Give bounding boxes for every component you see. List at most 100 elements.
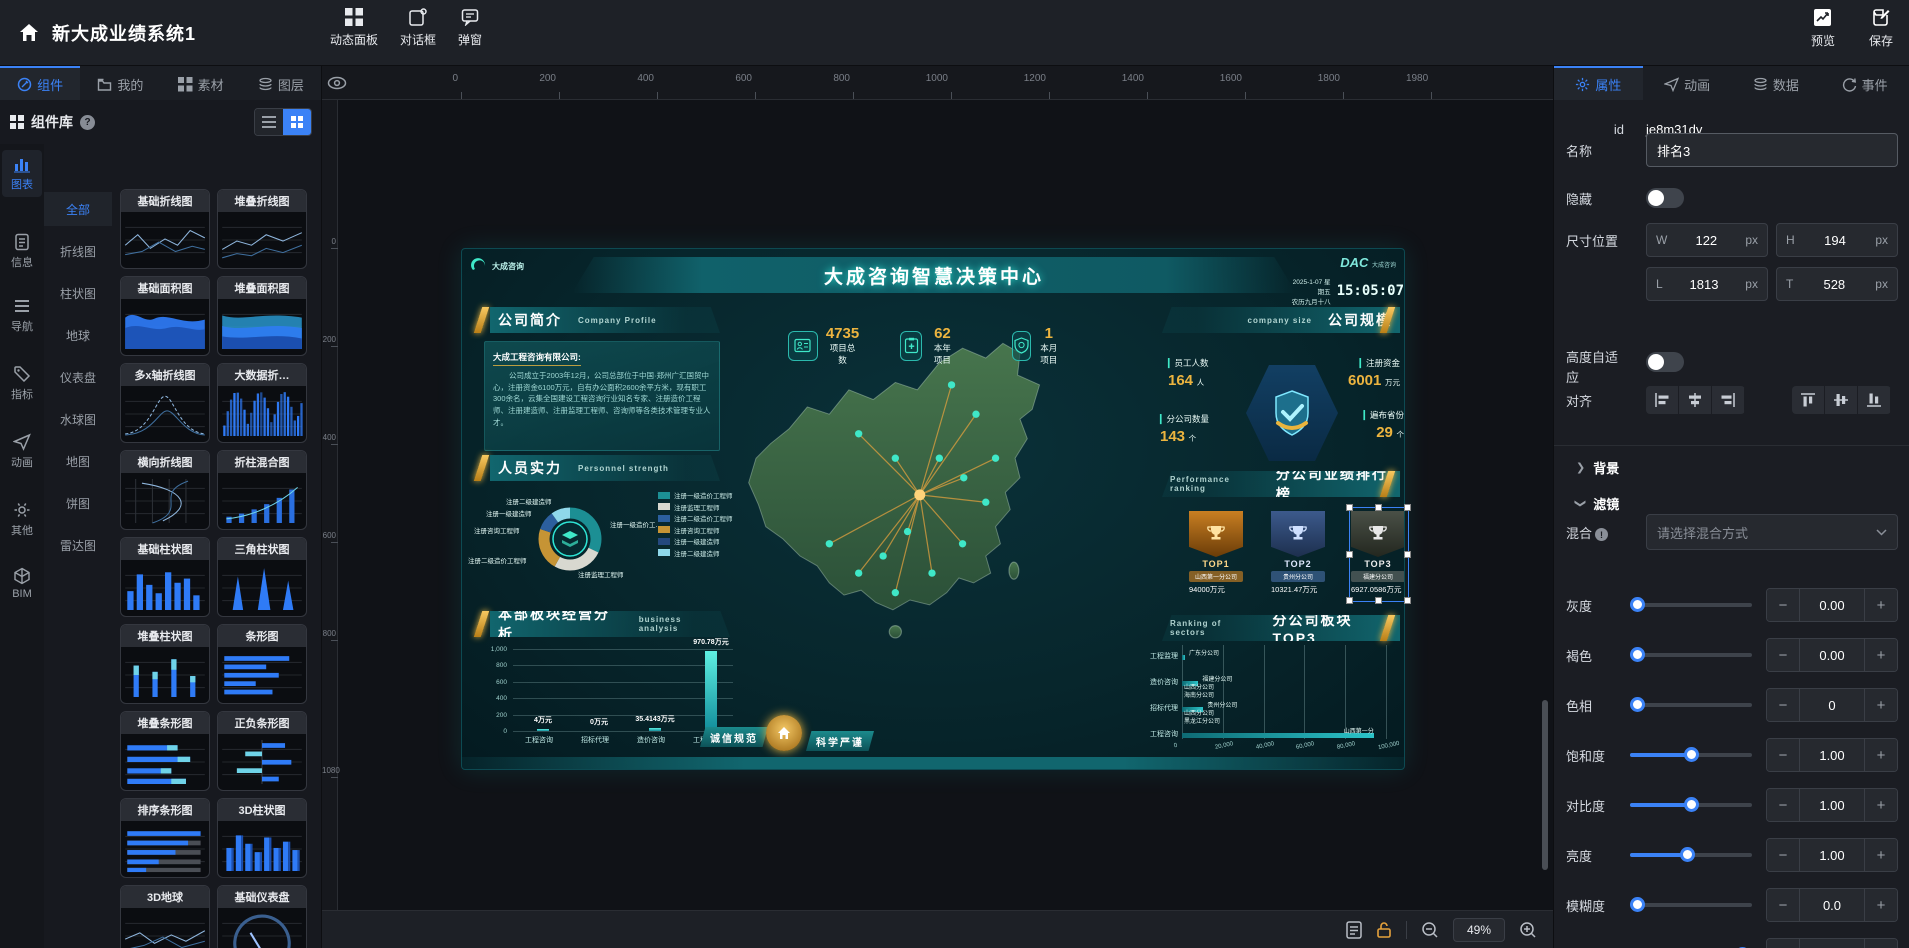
increment-button[interactable]: +	[1865, 739, 1897, 771]
decrement-button[interactable]: −	[1767, 639, 1799, 671]
filter-value[interactable]: 0.00	[1799, 589, 1865, 621]
slider-track[interactable]	[1630, 803, 1752, 807]
dashboard-preview[interactable]: 大成咨询智慧决策中心 大成咨询 DAC 大成咨询 2025-1-07 星期五 农…	[461, 248, 1405, 770]
tool-panel-button[interactable]: 动态面板	[330, 8, 378, 48]
blend-select[interactable]: 请选择混合方式	[1646, 514, 1898, 550]
selection-handle[interactable]	[1404, 551, 1411, 558]
category-info[interactable]: 信息	[2, 228, 42, 275]
filter-value[interactable]: 1.00	[1799, 739, 1865, 771]
filter-value[interactable]: 0	[1799, 689, 1865, 721]
component-card[interactable]: 基础仪表盘	[217, 885, 307, 948]
filter-value[interactable]: 0.0	[1799, 889, 1865, 921]
increment-button[interactable]: +	[1865, 689, 1897, 721]
list-view-button[interactable]	[255, 109, 283, 135]
component-card[interactable]: 排序条形图	[120, 798, 210, 878]
align-bottom-icon[interactable]	[1858, 386, 1891, 414]
subcategory-6[interactable]: 水球图	[44, 402, 112, 436]
category-bim[interactable]: BIM	[2, 562, 42, 605]
slider-track[interactable]	[1630, 853, 1752, 857]
inspector-tab-props[interactable]: 属性	[1554, 66, 1643, 100]
selection-handle[interactable]	[1375, 504, 1382, 511]
unlock-icon[interactable]	[1376, 921, 1392, 939]
left-input[interactable]: L1813px	[1646, 267, 1768, 301]
category-indicator[interactable]: 指标	[2, 360, 42, 407]
inspector-tab-anim[interactable]: 动画	[1643, 66, 1732, 100]
slider-thumb[interactable]	[1630, 697, 1645, 712]
decrement-button[interactable]: −	[1767, 689, 1799, 721]
editor-canvas[interactable]: 02004006008001080	[322, 100, 1553, 948]
increment-button[interactable]: +	[1865, 889, 1897, 921]
category-other[interactable]: 其他	[2, 496, 42, 543]
grid-view-button[interactable]	[283, 109, 311, 135]
slider-thumb[interactable]	[1630, 597, 1645, 612]
increment-button[interactable]: +	[1865, 839, 1897, 871]
component-card[interactable]: 堆叠折线图	[217, 189, 307, 269]
subcategory-1[interactable]: 全部	[44, 192, 112, 226]
component-card[interactable]: 正负条形图	[217, 711, 307, 791]
selection-handle[interactable]	[1404, 504, 1411, 511]
align-left-icon[interactable]	[1646, 386, 1679, 414]
subcategory-5[interactable]: 仪表盘	[44, 360, 112, 394]
decrement-button[interactable]: −	[1767, 589, 1799, 621]
component-card[interactable]: 3D地球	[120, 885, 210, 948]
selection-box[interactable]	[1349, 507, 1409, 602]
slider-thumb[interactable]	[1684, 747, 1699, 762]
slider-track[interactable]	[1630, 753, 1752, 757]
tool-popup-button[interactable]: 弹窗	[458, 8, 482, 48]
decrement-button[interactable]: −	[1767, 889, 1799, 921]
name-input[interactable]: 排名3	[1646, 133, 1898, 167]
component-card[interactable]: 3D柱状图	[217, 798, 307, 878]
increment-button[interactable]: +	[1865, 789, 1897, 821]
home-icon[interactable]	[14, 18, 44, 48]
ranking-card-2[interactable]: TOP2贵州分公司10321.47万元	[1271, 511, 1325, 595]
selection-handle[interactable]	[1346, 551, 1353, 558]
width-input[interactable]: W122px	[1646, 223, 1768, 257]
save-button[interactable]: 保存	[1869, 8, 1893, 49]
slider-thumb[interactable]	[1684, 797, 1699, 812]
component-card[interactable]: 折柱混合图	[217, 450, 307, 530]
help-icon[interactable]: ?	[80, 115, 95, 130]
filter-value[interactable]: 0.00	[1799, 639, 1865, 671]
component-card[interactable]: 三角柱状图	[217, 537, 307, 617]
filter-value[interactable]: 1.00	[1799, 939, 1865, 948]
slider-track[interactable]	[1630, 703, 1752, 707]
selection-handle[interactable]	[1404, 597, 1411, 604]
height-input[interactable]: H194px	[1776, 223, 1898, 257]
component-card[interactable]: 堆叠柱状图	[120, 624, 210, 704]
eye-icon[interactable]	[326, 72, 348, 94]
page-settings-icon[interactable]	[1346, 921, 1362, 939]
tab-material[interactable]: 素材	[161, 66, 241, 100]
component-card[interactable]: 基础折线图	[120, 189, 210, 269]
align-middle-v-icon[interactable]	[1825, 386, 1858, 414]
preview-button[interactable]: 预览	[1811, 8, 1835, 49]
selection-handle[interactable]	[1346, 504, 1353, 511]
zoom-level[interactable]: 49%	[1453, 918, 1505, 942]
component-card[interactable]: 横向折线图	[120, 450, 210, 530]
slider-thumb[interactable]	[1630, 647, 1645, 662]
decrement-button[interactable]: −	[1767, 939, 1799, 948]
subcategory-8[interactable]: 饼图	[44, 486, 112, 520]
component-card[interactable]: 条形图	[217, 624, 307, 704]
component-card[interactable]: 基础柱状图	[120, 537, 210, 617]
filter-section[interactable]: ❯滤镜	[1554, 494, 1909, 513]
inspector-tab-data[interactable]: 数据	[1732, 66, 1821, 100]
subcategory-3[interactable]: 柱状图	[44, 276, 112, 310]
filter-value[interactable]: 1.00	[1799, 789, 1865, 821]
category-nav[interactable]: 导航	[2, 292, 42, 339]
inspector-tab-event[interactable]: 事件	[1820, 66, 1909, 100]
align-right-icon[interactable]	[1712, 386, 1745, 414]
slider-track[interactable]	[1630, 653, 1752, 657]
slider-track[interactable]	[1630, 603, 1752, 607]
component-card[interactable]: 堆叠面积图	[217, 276, 307, 356]
ranking-card-1[interactable]: TOP1山西第一分公司94000万元	[1189, 511, 1243, 595]
subcategory-9[interactable]: 雷达图	[44, 528, 112, 562]
component-card[interactable]: 大数据折…	[217, 363, 307, 443]
tab-mine[interactable]: 我的	[80, 66, 160, 100]
background-section[interactable]: ❯背景	[1554, 458, 1909, 477]
zoom-out-icon[interactable]	[1421, 921, 1439, 939]
subcategory-2[interactable]: 折线图	[44, 234, 112, 268]
category-chart[interactable]: 图表	[2, 150, 42, 197]
slider-track[interactable]	[1630, 903, 1752, 907]
decrement-button[interactable]: −	[1767, 789, 1799, 821]
category-anim[interactable]: 动画	[2, 428, 42, 475]
